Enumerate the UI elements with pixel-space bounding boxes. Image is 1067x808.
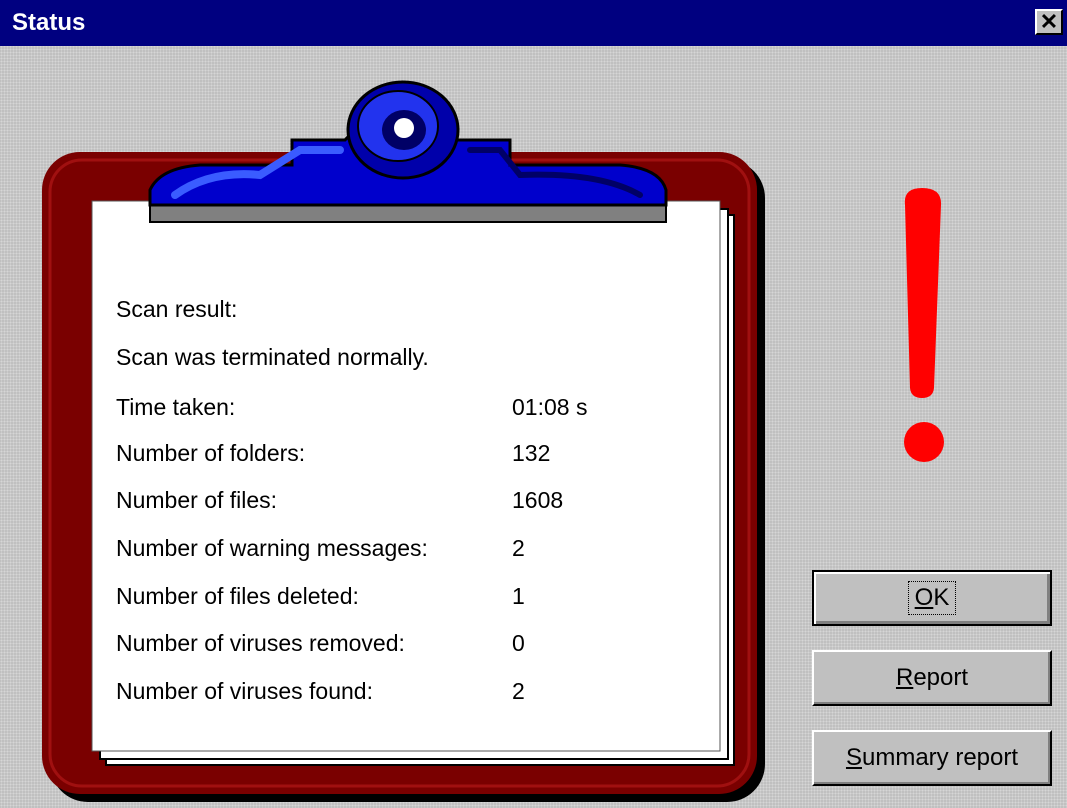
status-dialog: Status ✕ Scan result: Scan was terminate…	[0, 0, 1067, 808]
time-taken-value: 01:08 s	[512, 394, 588, 420]
files-value: 1608	[512, 487, 564, 513]
exclamation-icon	[904, 188, 944, 462]
time-taken-label: Time taken:	[116, 394, 236, 420]
viruses-removed-value: 0	[512, 630, 525, 656]
report-button[interactable]: Report	[812, 650, 1052, 706]
warning-messages-label: Number of warning messages:	[116, 535, 428, 561]
viruses-found-label: Number of viruses found:	[116, 678, 373, 704]
folders-value: 132	[512, 440, 551, 466]
files-label: Number of files:	[116, 487, 278, 513]
viruses-found-value: 2	[512, 678, 525, 704]
viruses-removed-label: Number of viruses removed:	[116, 630, 405, 656]
warning-messages-value: 2	[512, 535, 525, 561]
ok-button[interactable]: OK	[812, 570, 1052, 626]
scan-result-heading: Scan result:	[116, 296, 238, 322]
folders-label: Number of folders:	[116, 440, 306, 466]
files-deleted-label: Number of files deleted:	[116, 583, 359, 609]
scan-result-message: Scan was terminated normally.	[116, 344, 429, 370]
summary-report-button-label: Summary report	[845, 744, 1019, 771]
files-deleted-value: 1	[512, 583, 525, 609]
summary-report-button[interactable]: Summary report	[812, 730, 1052, 786]
ok-button-label: OK	[907, 581, 957, 615]
report-button-label: Report	[895, 664, 969, 691]
